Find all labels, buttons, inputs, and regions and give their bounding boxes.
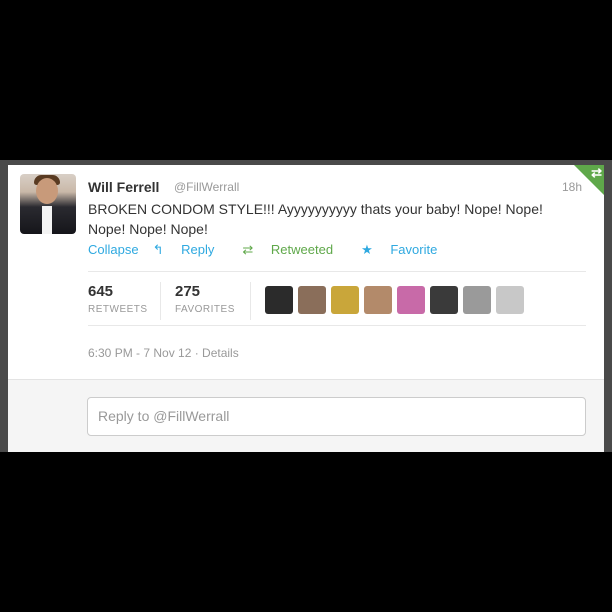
reply-label: Reply [181,242,215,257]
divider-bottom [88,325,586,326]
favoriter-avatar[interactable] [496,286,524,314]
retweeted-action[interactable]: ⇄ Retweeted [242,242,347,258]
avatar-face [36,178,58,204]
retweet-corner-icon: ⇄ [591,165,602,180]
tweet-actions: Collapse ↰ Reply ⇄ Retweeted ★ Favorite [88,242,465,258]
favoriter-avatar[interactable] [298,286,326,314]
retweet-icon: ⇄ [242,242,254,257]
tweet-meta[interactable]: 6:30 PM - 7 Nov 12 · Details [88,346,239,360]
stat-separator [160,282,161,320]
retweeted-label: Retweeted [270,242,334,257]
tweet-text: BROKEN CONDOM STYLE!!! Ayyyyyyyyyy thats… [88,201,543,237]
reply-input[interactable]: Reply to @FillWerrall [87,397,586,436]
favoriter-avatar[interactable] [430,286,458,314]
favorite-action[interactable]: ★ Favorite [361,242,451,258]
favorite-label: Favorite [390,242,438,257]
retweets-label: RETWEETS [88,304,148,315]
author-handle[interactable]: @FillWerrall [174,180,239,194]
tweet-age[interactable]: 18h [562,180,582,194]
favorites-count[interactable]: 275 [175,283,200,300]
retweets-count[interactable]: 645 [88,283,113,300]
avatar-shirt [42,206,52,234]
favoriter-avatar[interactable] [397,286,425,314]
divider-top [88,271,586,272]
reply-icon: ↰ [152,242,164,257]
author-avatar[interactable] [20,174,76,234]
author-name[interactable]: Will Ferrell [88,179,159,195]
favoriter-avatar[interactable] [364,286,392,314]
favoriter-avatar[interactable] [265,286,293,314]
favorites-label: FAVORITES [175,304,235,315]
star-icon: ★ [361,242,373,257]
reply-action[interactable]: ↰ Reply [153,242,229,258]
collapse-link[interactable]: Collapse [88,242,139,258]
favoriter-avatar[interactable] [331,286,359,314]
stat-separator [250,282,251,320]
favoriter-avatar[interactable] [463,286,491,314]
